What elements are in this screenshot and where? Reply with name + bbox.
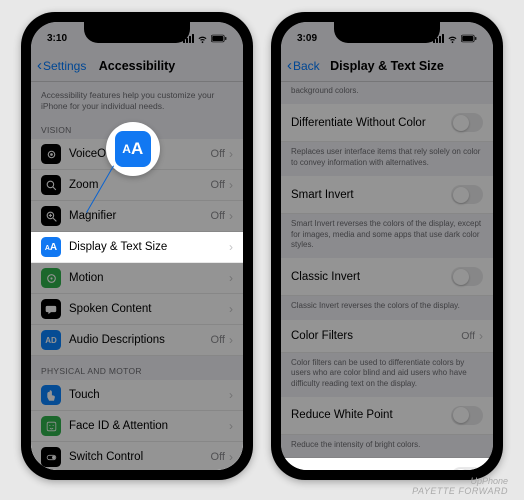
row-switch-control[interactable]: Switch Control Off ›: [31, 442, 243, 470]
row-label: Switch Control: [69, 451, 211, 463]
row-value: Off: [211, 210, 225, 222]
toggle-differentiate-color[interactable]: [451, 113, 483, 132]
nav-bar: ‹ Back Display & Text Size: [281, 50, 493, 82]
row-label: Reduce White Point: [291, 409, 451, 421]
chevron-right-icon: ›: [479, 329, 483, 343]
callout-bubble: AA: [106, 122, 160, 176]
chevron-left-icon: ‹: [287, 58, 292, 73]
toggle-classic-invert[interactable]: [451, 267, 483, 286]
row-label: Differentiate Without Color: [291, 117, 451, 129]
chevron-right-icon: ›: [229, 450, 233, 464]
row-color-filters[interactable]: Color Filters Off ›: [281, 320, 493, 353]
chevron-right-icon: ›: [229, 178, 233, 192]
back-button[interactable]: ‹ Settings: [37, 58, 86, 73]
row-desc: Reduce the intensity of bright colors.: [281, 435, 493, 458]
row-label: Zoom: [69, 179, 211, 191]
intro-text: Accessibility features help you customiz…: [31, 82, 243, 115]
row-magnifier[interactable]: Magnifier Off ›: [31, 201, 243, 232]
switch-control-icon: [41, 447, 61, 467]
chevron-right-icon: ›: [229, 271, 233, 285]
section-header-physical: Physical and Motor: [31, 356, 243, 380]
row-label: Touch: [69, 389, 229, 401]
row-label: Face ID & Attention: [69, 420, 229, 432]
display-text-size-icon: AA: [41, 237, 61, 257]
row-classic-invert[interactable]: Classic Invert: [281, 258, 493, 296]
row-motion[interactable]: Motion ›: [31, 263, 243, 294]
row-label: Spoken Content: [69, 303, 229, 315]
back-button[interactable]: ‹ Back: [287, 58, 320, 73]
chevron-right-icon: ›: [229, 147, 233, 161]
battery-icon: [461, 34, 477, 43]
row-label: Magnifier: [69, 210, 211, 222]
row-value: Off: [211, 179, 225, 191]
motion-icon: [41, 268, 61, 288]
row-desc: Classic Invert reverses the colors of th…: [281, 296, 493, 319]
partial-desc: background colors.: [281, 82, 493, 104]
row-audio-descriptions[interactable]: AD Audio Descriptions Off ›: [31, 325, 243, 356]
row-desc: Color filters can be used to differentia…: [281, 353, 493, 397]
callout-display-icon: AA: [115, 131, 151, 167]
chevron-right-icon: ›: [229, 302, 233, 316]
highlight-auto-brightness: Auto-Brightness Turning off auto-brightn…: [281, 458, 493, 470]
notch: [334, 21, 440, 43]
row-value: Off: [461, 330, 475, 342]
row-label: Color Filters: [291, 330, 461, 342]
spoken-content-icon: [41, 299, 61, 319]
chevron-right-icon: ›: [229, 419, 233, 433]
toggle-auto-brightness[interactable]: [451, 467, 483, 470]
magnifier-icon: [41, 206, 61, 226]
row-label: Motion: [69, 272, 229, 284]
row-touch[interactable]: Touch ›: [31, 380, 243, 411]
phone-left: 3:10 ‹ Settings Accessibility Accessibil…: [21, 12, 253, 480]
touch-icon: [41, 385, 61, 405]
row-label: Smart Invert: [291, 189, 451, 201]
row-smart-invert[interactable]: Smart Invert: [281, 176, 493, 214]
screen-display-text-size: 3:09 ‹ Back Display & Text Size backgrou…: [281, 22, 493, 470]
chevron-right-icon: ›: [229, 388, 233, 402]
nav-bar: ‹ Settings Accessibility: [31, 50, 243, 82]
wifi-icon: [447, 33, 458, 44]
row-differentiate-color[interactable]: Differentiate Without Color: [281, 104, 493, 142]
row-label: Audio Descriptions: [69, 334, 211, 346]
branding: UpPhone PAYETTE FORWARD: [412, 477, 508, 497]
zoom-icon: [41, 175, 61, 195]
row-faceid[interactable]: Face ID & Attention ›: [31, 411, 243, 442]
battery-icon: [211, 34, 227, 43]
chevron-right-icon: ›: [229, 333, 233, 347]
faceid-icon: [41, 416, 61, 436]
chevron-right-icon: ›: [229, 209, 233, 223]
wifi-icon: [197, 33, 208, 44]
chevron-right-icon: ›: [229, 240, 233, 254]
row-value: Off: [211, 148, 225, 160]
row-label: Classic Invert: [291, 271, 451, 283]
row-display-text-size[interactable]: AA Display & Text Size ›: [31, 232, 243, 263]
row-spoken-content[interactable]: Spoken Content ›: [31, 294, 243, 325]
row-value: Off: [211, 334, 225, 346]
toggle-reduce-white-point[interactable]: [451, 406, 483, 425]
toggle-smart-invert[interactable]: [451, 185, 483, 204]
audio-descriptions-icon: AD: [41, 330, 61, 350]
row-desc: Smart Invert reverses the colors of the …: [281, 214, 493, 258]
branding-payette-forward: PAYETTE FORWARD: [412, 487, 508, 497]
notch: [84, 21, 190, 43]
status-time: 3:09: [297, 33, 317, 44]
row-auto-brightness[interactable]: Auto-Brightness: [281, 458, 493, 470]
chevron-left-icon: ‹: [37, 58, 42, 73]
row-reduce-white-point[interactable]: Reduce White Point: [281, 397, 493, 435]
row-label: Display & Text Size: [69, 241, 229, 253]
phone-right: 3:09 ‹ Back Display & Text Size backgrou…: [271, 12, 503, 480]
screen-accessibility: 3:10 ‹ Settings Accessibility Accessibil…: [31, 22, 243, 470]
row-value: Off: [211, 451, 225, 463]
status-time: 3:10: [47, 33, 67, 44]
row-desc: Replaces user interface items that rely …: [281, 142, 493, 176]
voiceover-icon: [41, 144, 61, 164]
